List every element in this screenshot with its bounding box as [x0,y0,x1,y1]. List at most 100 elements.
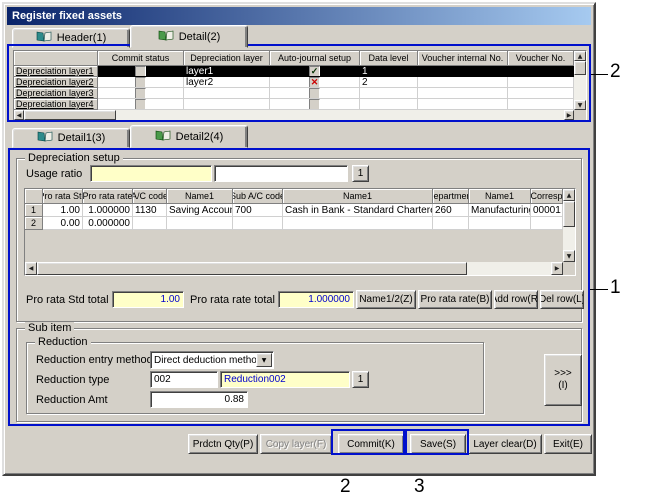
prorata-row-2-sub[interactable] [233,217,283,230]
prorata-row-1-deptname[interactable]: Manufacturing [469,204,531,217]
exit-button[interactable]: Exit(E) [544,434,592,454]
hscroll-thumb[interactable] [24,110,116,120]
prorata-row-1-num[interactable]: 1 [25,204,43,217]
reduction-type-lookup-button[interactable]: 1 [352,371,369,388]
layer-clear-button[interactable]: Layer clear(D) [468,434,542,454]
auto-journal-checkbox[interactable] [309,99,320,110]
prorata-hscrollbar[interactable]: ◀ ▶ [25,262,563,275]
prorata-row-1-subname[interactable]: Cash in Bank - Standard Chartered [283,204,433,217]
layers-row-1-voucher-internal-cell[interactable] [418,66,508,77]
reduction-amt-field[interactable]: 0.88 [150,391,248,408]
prorata-row-2-rate[interactable]: 0.000000 [83,217,133,230]
prorata-row-2-subname[interactable] [283,217,433,230]
add-row-button[interactable]: Add row(R) [494,290,538,309]
tab-detail1[interactable]: Detail1(3) [12,128,130,148]
vscroll-thumb[interactable] [574,61,586,75]
prorata-row-2-std[interactable]: 0.00 [43,217,83,230]
layers-row-2-autojournal-cell[interactable]: ✕ [270,77,360,88]
usage-ratio-name-field[interactable] [214,165,348,182]
layers-row-1-layer-cell[interactable]: layer1 [184,66,270,77]
layers-row-3-header[interactable]: Depreciation layer3 [14,88,98,99]
prorata-row-2-deptname[interactable] [469,217,531,230]
layers-row-2[interactable]: Depreciation layer2 layer2 ✕ 2 [14,77,574,88]
layers-row-1-level-cell[interactable]: 1 [360,66,418,77]
layers-row-1-commit-cell[interactable] [98,66,184,77]
auto-journal-checkbox[interactable] [309,88,320,99]
prorata-row-1[interactable]: 1 1.00 1.000000 1130 Saving Account 700 … [25,204,563,217]
layers-row-4-voucher-cell[interactable] [508,99,574,110]
prorata-std-total-field[interactable]: 1.00 [112,291,184,308]
layers-row-2-voucher-cell[interactable] [508,77,574,88]
usage-ratio-code-field[interactable] [90,165,212,182]
scroll-right-icon[interactable]: ▶ [551,262,563,275]
prdctn-qty-button[interactable]: Prdctn Qty(P) [188,434,258,454]
layers-row-1[interactable]: Depreciation layer1 layer1 ✓ 1 [14,66,574,77]
commit-status-checkbox[interactable] [135,99,146,110]
del-row-button[interactable]: Del row(L) [540,290,584,309]
prorata-row-1-rate[interactable]: 1.000000 [83,204,133,217]
layers-row-3-autojournal-cell[interactable] [270,88,360,99]
scroll-left-icon[interactable]: ◀ [25,262,37,275]
layers-row-4-autojournal-cell[interactable] [270,99,360,110]
more-button[interactable]: >>> (I) [544,354,582,406]
pro-rata-rate-button[interactable]: Pro rata rate(B) [418,290,492,309]
vscroll-thumb[interactable] [563,201,575,227]
layers-row-2-voucher-internal-cell[interactable] [418,77,508,88]
layers-row-1-autojournal-cell[interactable]: ✓ [270,66,360,77]
tab-header1[interactable]: Header(1) [12,28,130,48]
layers-row-3-level-cell[interactable] [360,88,418,99]
prorata-row-2-dept[interactable] [433,217,469,230]
layers-row-4-header[interactable]: Depreciation layer4 [14,99,98,110]
prorata-row-2-corresp[interactable] [531,217,563,230]
layers-row-1-header[interactable]: Depreciation layer1 [14,66,98,77]
hscroll-thumb[interactable] [37,262,467,275]
layers-row-2-level-cell[interactable]: 2 [360,77,418,88]
scroll-down-icon[interactable]: ▼ [563,250,575,262]
name12-button[interactable]: Name1/2(Z) [356,290,416,309]
layers-row-3-voucher-cell[interactable] [508,88,574,99]
layers-row-2-layer-cell[interactable]: layer2 [184,77,270,88]
reduction-type-name-field[interactable]: Reduction002 [220,371,350,388]
layers-row-3-layer-cell[interactable] [184,88,270,99]
prorata-vscrollbar[interactable]: ▲ ▼ [563,189,575,262]
prorata-rate-total-field[interactable]: 1.000000 [278,291,354,308]
layers-row-4-voucher-internal-cell[interactable] [418,99,508,110]
window-titlebar[interactable]: Register fixed assets [7,7,591,25]
layers-row-2-commit-cell[interactable] [98,77,184,88]
prorata-row-2-acname[interactable] [167,217,233,230]
scroll-left-icon[interactable]: ◀ [14,110,24,120]
layers-row-3-voucher-internal-cell[interactable] [418,88,508,99]
prorata-row-1-sub[interactable]: 700 [233,204,283,217]
layers-vscrollbar[interactable]: ▲ ▼ [574,51,586,110]
scroll-up-icon[interactable]: ▲ [563,189,575,201]
scroll-down-icon[interactable]: ▼ [574,100,586,110]
commit-status-checkbox[interactable] [135,66,146,77]
commit-status-checkbox[interactable] [135,88,146,99]
layers-row-3-commit-cell[interactable] [98,88,184,99]
prorata-row-1-corresp[interactable]: 00001 [531,204,563,217]
layers-row-4-commit-cell[interactable] [98,99,184,110]
layers-row-4-level-cell[interactable] [360,99,418,110]
layers-row-1-voucher-cell[interactable] [508,66,574,77]
prorata-row-1-ac[interactable]: 1130 [133,204,167,217]
prorata-row-1-dept[interactable]: 260 [433,204,469,217]
reduction-entry-method-select[interactable]: Direct deduction metho ▼ [150,351,274,369]
prorata-row-2[interactable]: 2 0.00 0.000000 [25,217,563,230]
layers-hscrollbar[interactable]: ◀ ▶ [14,110,574,120]
reduction-type-code-field[interactable]: 002 [150,371,218,388]
prorata-row-1-acname[interactable]: Saving Account [167,204,233,217]
prorata-row-1-std[interactable]: 1.00 [43,204,83,217]
tab-detail2-top[interactable]: Detail(2) [130,25,248,48]
prorata-row-2-num[interactable]: 2 [25,217,43,230]
layers-row-2-header[interactable]: Depreciation layer2 [14,77,98,88]
layers-row-4[interactable]: Depreciation layer4 [14,99,574,110]
scroll-right-icon[interactable]: ▶ [564,110,574,120]
commit-status-checkbox[interactable] [135,77,146,88]
layers-row-3[interactable]: Depreciation layer3 [14,88,574,99]
layers-row-4-layer-cell[interactable] [184,99,270,110]
auto-journal-crossed-icon[interactable]: ✕ [309,77,320,88]
auto-journal-checked-icon[interactable]: ✓ [309,66,320,77]
save-button[interactable]: Save(S) [410,434,466,454]
tab-detail2[interactable]: Detail2(4) [130,125,248,148]
scroll-up-icon[interactable]: ▲ [574,51,586,61]
